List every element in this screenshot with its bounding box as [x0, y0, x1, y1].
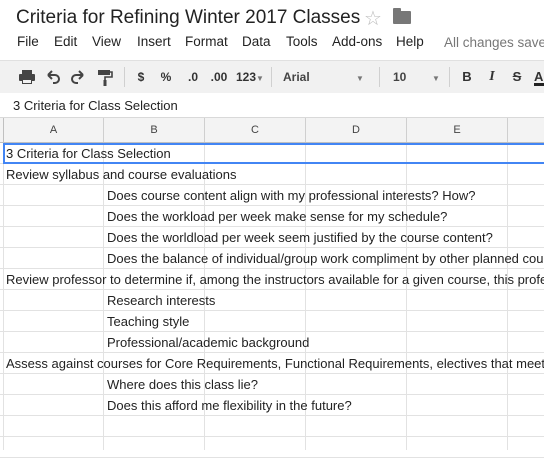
menu-file[interactable]: File: [17, 34, 39, 49]
column-header-f[interactable]: [508, 118, 544, 142]
title-bar: Criteria for Refining Winter 2017 Classe…: [0, 0, 544, 34]
table-row[interactable]: Assess against courses for Core Requirem…: [0, 353, 544, 374]
table-row[interactable]: Review professor to determine if, among …: [0, 269, 544, 290]
table-row[interactable]: [0, 416, 544, 437]
formula-input[interactable]: 3 Criteria for Class Selection: [13, 98, 178, 113]
column-header-c[interactable]: C: [205, 118, 306, 142]
print-icon[interactable]: [18, 67, 36, 87]
chevron-down-icon[interactable]: ▼: [256, 67, 264, 87]
column-header-e[interactable]: E: [407, 118, 508, 142]
redo-icon[interactable]: [69, 67, 87, 87]
formula-bar[interactable]: 3 Criteria for Class Selection: [0, 93, 544, 118]
toolbar-separator: [379, 67, 380, 87]
document-title[interactable]: Criteria for Refining Winter 2017 Classe…: [16, 7, 360, 29]
cell-b[interactable]: Teaching style: [107, 311, 189, 332]
table-row[interactable]: Does course content align with my profes…: [0, 185, 544, 206]
strikethrough-button[interactable]: S: [509, 67, 525, 87]
cell-b[interactable]: Professional/academic background: [107, 332, 309, 353]
menu-format[interactable]: Format: [185, 34, 228, 49]
column-header-d[interactable]: D: [306, 118, 407, 142]
selected-cell-outline: [3, 143, 544, 164]
cell-b[interactable]: Does the workload per week make sense fo…: [107, 206, 447, 227]
spreadsheet-grid[interactable]: 3 Criteria for Class Selection Review syl…: [0, 143, 544, 458]
chevron-down-icon[interactable]: ▼: [432, 67, 440, 87]
cell-b[interactable]: Does the worldload per week seem justifi…: [107, 227, 493, 248]
italic-button[interactable]: I: [484, 67, 500, 87]
table-row[interactable]: Professional/academic background: [0, 332, 544, 353]
toolbar: $ % .0 .00 123 ▼ Arial ▼ 10 ▼ B I S A: [0, 60, 544, 94]
cell-b[interactable]: Where does this class lie?: [107, 374, 258, 395]
save-status[interactable]: All changes saved: [444, 35, 544, 50]
bold-button[interactable]: B: [459, 67, 475, 87]
menu-insert[interactable]: Insert: [137, 34, 171, 49]
cell-a[interactable]: Assess against courses for Core Requirem…: [6, 353, 544, 374]
table-row[interactable]: Review syllabus and course evaluations: [0, 164, 544, 185]
undo-icon[interactable]: [44, 67, 62, 87]
table-row[interactable]: Research interests: [0, 290, 544, 311]
increase-decimal-button[interactable]: .00: [207, 67, 231, 87]
table-row[interactable]: Does this afford me flexibility in the f…: [0, 395, 544, 416]
cell-b[interactable]: Does the balance of individual/group wor…: [107, 248, 543, 269]
table-row[interactable]: Does the balance of individual/group wor…: [0, 248, 544, 269]
menu-tools[interactable]: Tools: [286, 34, 318, 49]
toolbar-separator: [124, 67, 125, 87]
table-row[interactable]: [0, 437, 544, 458]
font-family-select[interactable]: Arial: [283, 67, 323, 87]
star-icon[interactable]: ☆: [364, 6, 382, 31]
text-color-button[interactable]: A: [534, 67, 544, 86]
menu-edit[interactable]: Edit: [54, 34, 77, 49]
menu-addons[interactable]: Add-ons: [332, 34, 382, 49]
menu-view[interactable]: View: [92, 34, 121, 49]
table-row[interactable]: Does the workload per week make sense fo…: [0, 206, 544, 227]
table-row[interactable]: Teaching style: [0, 311, 544, 332]
folder-icon[interactable]: [393, 8, 411, 24]
cell-b[interactable]: Research interests: [107, 290, 215, 311]
toolbar-separator: [449, 67, 450, 87]
chevron-down-icon[interactable]: ▼: [356, 67, 364, 87]
percent-button[interactable]: %: [158, 67, 174, 87]
table-row[interactable]: Does the worldload per week seem justifi…: [0, 227, 544, 248]
column-header-a[interactable]: A: [4, 118, 104, 142]
cell-b[interactable]: Does course content align with my profes…: [107, 185, 476, 206]
number-format-button[interactable]: 123: [234, 67, 258, 87]
font-size-select[interactable]: 10: [393, 67, 413, 87]
cell-a[interactable]: Review syllabus and course evaluations: [6, 164, 237, 185]
menu-help[interactable]: Help: [396, 34, 424, 49]
column-headers: A B C D E: [0, 118, 544, 143]
cell-a[interactable]: Review professor to determine if, among …: [6, 269, 544, 290]
paint-format-icon[interactable]: [96, 67, 114, 87]
menu-data[interactable]: Data: [242, 34, 271, 49]
toolbar-separator: [271, 67, 272, 87]
currency-button[interactable]: $: [133, 67, 149, 87]
column-header-b[interactable]: B: [104, 118, 205, 142]
table-row[interactable]: Where does this class lie?: [0, 374, 544, 395]
cell-b[interactable]: Does this afford me flexibility in the f…: [107, 395, 352, 416]
decrease-decimal-button[interactable]: .0: [183, 67, 203, 87]
